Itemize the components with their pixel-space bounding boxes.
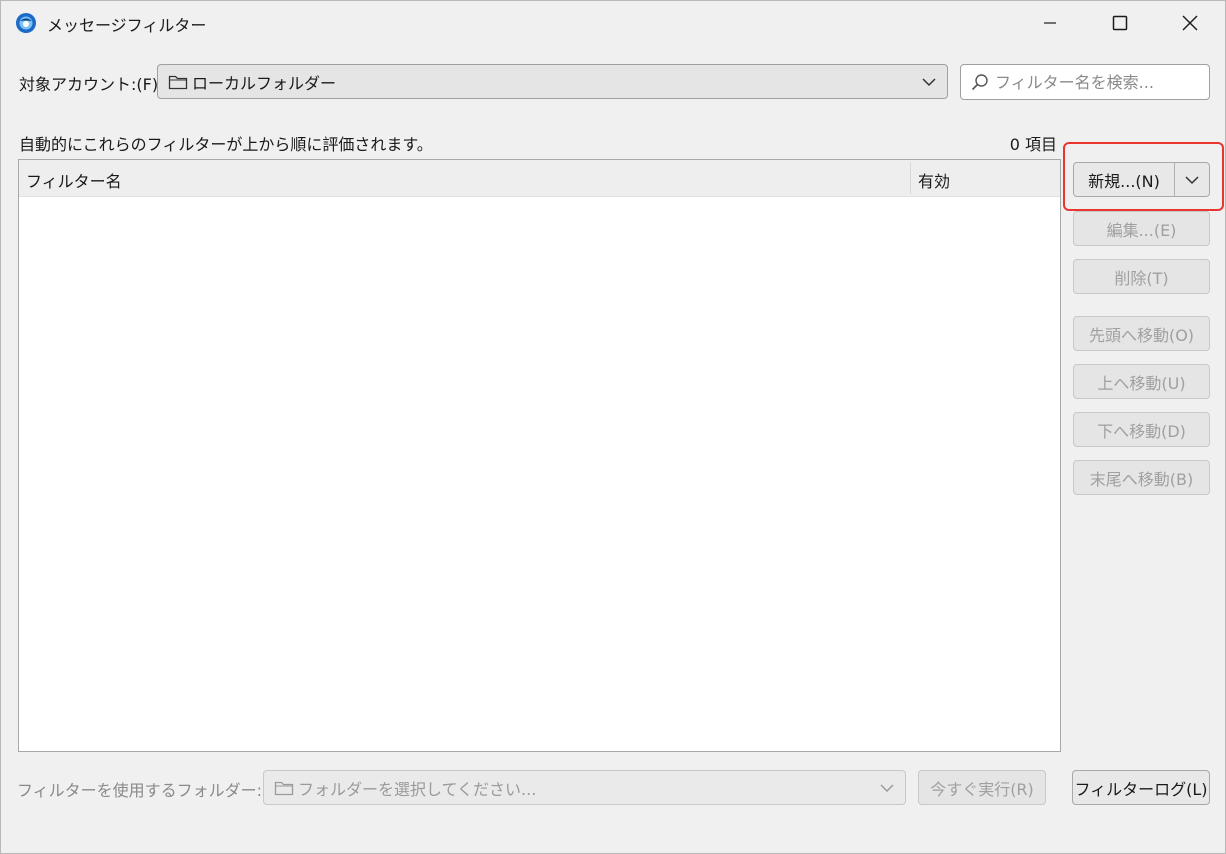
move-to-top-button[interactable]: 先頭へ移動(O)	[1073, 316, 1210, 351]
move-up-button[interactable]: 上へ移動(U)	[1073, 364, 1210, 399]
filter-search-box[interactable]	[960, 64, 1210, 100]
account-label: 対象アカウント:(F)	[19, 75, 159, 94]
table-header: フィルター名 有効	[19, 160, 1060, 197]
maximize-icon	[1112, 15, 1128, 31]
item-count: 0 項目	[1009, 135, 1057, 154]
maximize-button[interactable]	[1085, 1, 1155, 45]
search-icon	[971, 74, 988, 91]
column-header-filter-name[interactable]: フィルター名	[26, 168, 122, 192]
account-select[interactable]: ローカルフォルダー	[157, 64, 948, 99]
window-title: メッセージフィルター	[47, 16, 207, 35]
column-divider[interactable]	[910, 162, 911, 194]
run-folder-placeholder: フォルダーを選択してください...	[298, 779, 537, 799]
search-input[interactable]	[993, 71, 1202, 93]
folder-icon	[274, 781, 294, 795]
list-description: 自動的にこれらのフィルターが上から順に評価されます。	[19, 135, 433, 154]
chevron-down-icon	[880, 784, 894, 793]
run-now-button[interactable]: 今すぐ実行(R)	[918, 770, 1046, 805]
close-icon	[1182, 15, 1198, 31]
chevron-down-icon	[1185, 175, 1199, 184]
account-selected-value: ローカルフォルダー	[192, 73, 337, 93]
thunderbird-icon	[16, 13, 36, 33]
column-header-enabled[interactable]: 有効	[918, 168, 950, 192]
move-to-bottom-button[interactable]: 末尾へ移動(B)	[1073, 460, 1210, 495]
filter-list[interactable]: フィルター名 有効	[18, 159, 1061, 752]
edit-button[interactable]: 編集...(E)	[1073, 211, 1210, 246]
delete-button[interactable]: 削除(T)	[1073, 259, 1210, 294]
new-filter-menu-button[interactable]	[1175, 163, 1209, 196]
folder-icon	[168, 75, 188, 89]
title-bar: メッセージフィルター	[1, 1, 1225, 45]
run-folder-select[interactable]: フォルダーを選択してください...	[263, 770, 906, 805]
move-down-button[interactable]: 下へ移動(D)	[1073, 412, 1210, 447]
run-folder-label: フィルターを使用するフォルダー:(C)	[17, 781, 286, 800]
close-button[interactable]	[1155, 1, 1225, 45]
minimize-button[interactable]	[1015, 1, 1085, 45]
new-filter-split-button: 新規...(N)	[1073, 162, 1210, 197]
new-filter-button[interactable]: 新規...(N)	[1074, 163, 1174, 196]
minimize-icon	[1044, 22, 1056, 24]
message-filters-dialog: メッセージフィルター 対象アカウント:(F) ローカルフォルダー 自動的にこれら…	[0, 0, 1226, 854]
filter-log-button[interactable]: フィルターログ(L)	[1072, 770, 1210, 805]
chevron-down-icon	[922, 78, 936, 87]
